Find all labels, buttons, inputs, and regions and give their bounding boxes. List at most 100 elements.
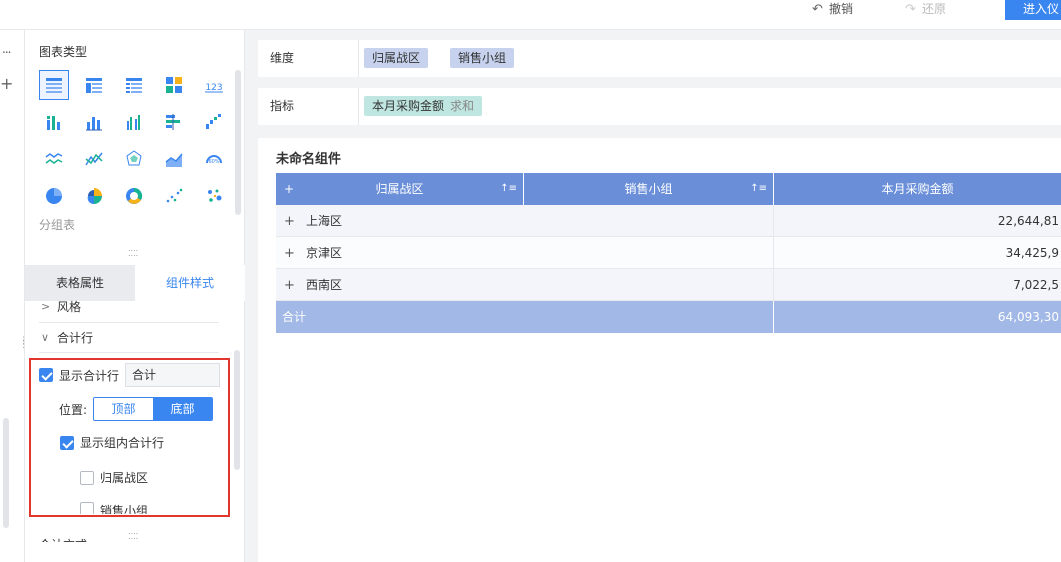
chart-type-title: 图表类型: [39, 45, 88, 59]
chart-type-scrollbar[interactable]: [235, 70, 241, 215]
tab-widget-style[interactable]: 组件样式: [135, 265, 245, 301]
rose-chart-icon[interactable]: [79, 181, 109, 211]
top-toolbar: ↶ 撤销 ↷ 还原 进入仪: [0, 0, 1061, 30]
enter-dashboard-button[interactable]: 进入仪: [1005, 0, 1061, 20]
add-icon[interactable]: +: [0, 74, 13, 93]
bar-chart-icon[interactable]: [159, 107, 189, 137]
cross-table-icon[interactable]: [119, 70, 149, 100]
indicator-agg: 求和: [450, 99, 475, 113]
style-section-label: 风格: [57, 300, 82, 314]
kpi-number-icon[interactable]: 123: [199, 70, 229, 100]
group-field-label-region: 归属战区: [100, 471, 149, 485]
expand-all-icon[interactable]: +: [284, 173, 294, 205]
area-chart-icon-glyph: [165, 153, 183, 167]
region-cell: + 京津区: [276, 237, 774, 269]
more-icon[interactable]: ...: [2, 42, 12, 56]
group-field-option: 归属战区: [80, 469, 148, 486]
group-table-icon[interactable]: [39, 70, 69, 100]
expand-row-icon[interactable]: +: [284, 270, 298, 300]
bubble-chart-icon[interactable]: [199, 181, 229, 211]
bar-chart-icon-glyph: [166, 114, 180, 130]
total-method-label: 合计方式: [39, 536, 87, 542]
chevron-right-icon: >: [41, 300, 51, 313]
amount-cell: 22,644,81: [774, 205, 1061, 237]
multi-bar-icon-glyph: [47, 116, 60, 130]
waterfall-chart-icon[interactable]: [199, 107, 229, 137]
show-total-row-checkbox[interactable]: [39, 368, 53, 382]
config-panel: 图表类型 123 60% 分组表 ⁚⁚⁚⁚ 表格属性 组件样式 > 风格 ∨ 合计…: [25, 30, 245, 562]
detail-table-icon[interactable]: [79, 70, 109, 100]
table-row[interactable]: + 西南区 7,022,5: [276, 269, 1061, 301]
panel-split-handle[interactable]: ⁚⁚⁚⁚: [128, 250, 138, 258]
dimension-bar[interactable]: 维度 归属战区 销售小组: [258, 40, 1061, 77]
position-bottom-option[interactable]: 底部: [153, 398, 213, 420]
sort-icon[interactable]: ↑≡: [750, 173, 767, 205]
grouped-column-icon[interactable]: [119, 107, 149, 137]
column-chart-icon[interactable]: [79, 107, 109, 137]
position-top-option[interactable]: 顶部: [94, 398, 154, 420]
style-section-header[interactable]: > 风格: [41, 298, 81, 315]
region-cell: + 上海区: [276, 205, 774, 237]
total-row-name-input[interactable]: 合计: [125, 363, 221, 387]
position-setting: 位置: 顶部 底部: [59, 397, 214, 421]
bubble-chart-icon-glyph: [208, 189, 222, 202]
dimension-pill-region[interactable]: 归属战区: [364, 48, 429, 68]
scatter-chart-icon[interactable]: [159, 181, 189, 211]
undo-button[interactable]: ↶ 撤销: [812, 0, 853, 20]
panel-split-handle-bottom[interactable]: ⁚⁚⁚⁚: [128, 533, 138, 541]
column-header-label: 本月采购金额: [881, 182, 954, 196]
total-row-section-header[interactable]: ∨ 合计行: [41, 329, 93, 346]
widget-title: 未命名组件: [276, 152, 342, 167]
expand-row-icon[interactable]: +: [284, 238, 298, 268]
dimension-pill-team[interactable]: 销售小组: [450, 48, 515, 68]
total-row: 合计 64,093,30: [276, 301, 1061, 333]
donut-chart-icon[interactable]: [119, 181, 149, 211]
dimension-label: 维度: [270, 51, 295, 65]
kpi-number-icon-glyph: 123: [205, 83, 223, 93]
gauge-chart-icon-glyph: 60%: [206, 155, 222, 165]
tab-table-props[interactable]: 表格属性: [25, 265, 135, 301]
area-chart-icon[interactable]: [159, 144, 189, 174]
radar-chart-icon-glyph: [126, 150, 142, 166]
column-header-region[interactable]: + 归属战区 ↑≡: [276, 173, 524, 205]
show-total-row-label: 显示合计行: [59, 368, 120, 383]
column-header-team[interactable]: 销售小组 ↑≡: [524, 173, 774, 205]
svg-text:60%: 60%: [208, 159, 219, 165]
color-table-icon[interactable]: [159, 70, 189, 100]
grouped-column-icon-glyph: [127, 115, 140, 130]
combo-line-icon-glyph: [85, 152, 103, 166]
group-field-checkbox-team[interactable]: [80, 502, 94, 514]
table-header-row: + 归属战区 ↑≡ 销售小组 ↑≡ 本月采购金额: [276, 173, 1061, 205]
table-row[interactable]: + 上海区 22,644,81: [276, 205, 1061, 237]
table-widget: 未命名组件 + 归属战区 ↑≡ 销售小组 ↑≡ 本月采购金额 + 上海区 22,6…: [258, 138, 1061, 562]
column-header-amount[interactable]: 本月采购金额: [774, 173, 1061, 205]
gauge-chart-icon[interactable]: 60%: [199, 144, 229, 174]
group-field-checkbox-region[interactable]: [80, 470, 94, 485]
color-table-icon-glyph: [166, 77, 182, 93]
indicator-pill[interactable]: 本月采购金额 求和: [364, 96, 483, 116]
chevron-down-icon: ∨: [41, 331, 50, 344]
radar-chart-icon[interactable]: [119, 144, 149, 174]
divider: [358, 88, 359, 125]
show-group-total-checkbox[interactable]: [60, 435, 74, 450]
region-value: 西南区: [306, 278, 343, 292]
style-panel-scrollbar[interactable]: [234, 350, 240, 470]
pie-chart-icon[interactable]: [39, 181, 69, 211]
sort-icon[interactable]: ↑≡: [500, 173, 517, 205]
region-value: 京津区: [306, 246, 343, 260]
panel-tabs: 表格属性 组件样式: [25, 265, 245, 301]
region-cell: + 西南区: [276, 269, 774, 301]
expand-row-icon[interactable]: +: [284, 206, 298, 236]
group-field-option: 销售小组: [80, 502, 148, 514]
undo-icon: ↶: [812, 2, 823, 17]
indicator-bar[interactable]: 指标 本月采购金额 求和: [258, 88, 1061, 125]
rail-scrollbar[interactable]: [3, 418, 9, 528]
group-table-icon-glyph: [46, 78, 62, 93]
line-chart-icon[interactable]: [39, 144, 69, 174]
waterfall-chart-icon-glyph: [206, 114, 221, 129]
multi-bar-icon[interactable]: [39, 107, 69, 137]
divider: [39, 352, 219, 353]
redo-button[interactable]: ↷ 还原: [905, 0, 946, 20]
table-row[interactable]: + 京津区 34,425,9: [276, 237, 1061, 269]
combo-line-icon[interactable]: [79, 144, 109, 174]
